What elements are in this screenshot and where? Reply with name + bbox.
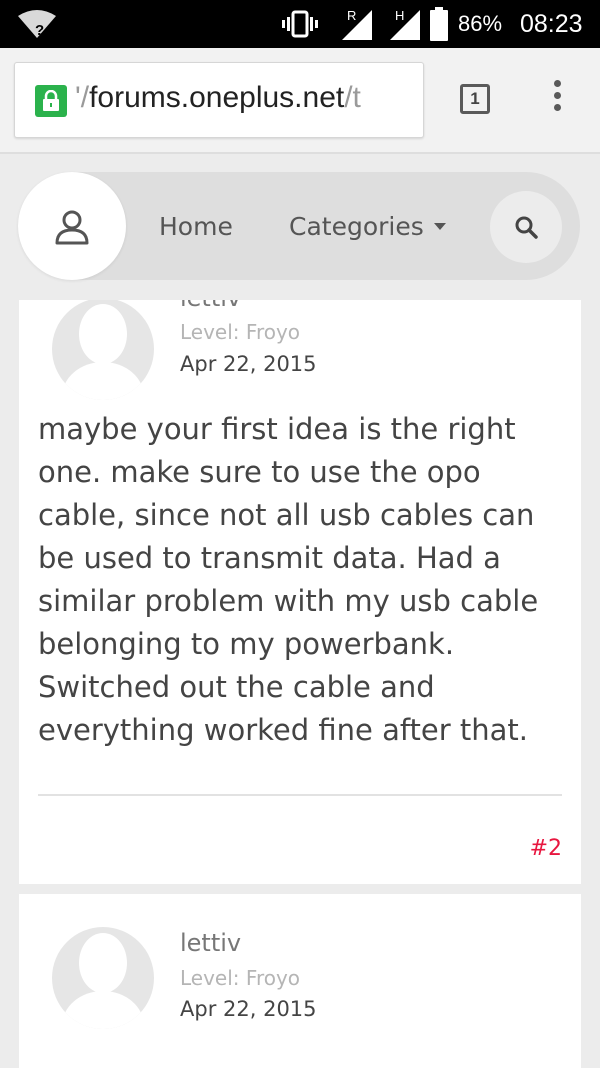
url-bar[interactable]: '/forums.oneplus.net/t (14, 62, 424, 138)
url-domain: forums.oneplus.net (89, 81, 345, 114)
svg-text:?: ? (35, 22, 44, 39)
nav-categories-dropdown[interactable]: Categories (289, 212, 446, 241)
wifi-question-icon: ? (16, 0, 58, 48)
battery-icon (430, 0, 448, 48)
overflow-menu-icon[interactable] (545, 80, 569, 120)
avatar[interactable] (52, 927, 154, 1029)
vibrate-icon (282, 0, 318, 48)
user-account-button[interactable] (18, 172, 126, 280)
forum-post: lettiv Level: Froyo Apr 22, 2015 maybe y… (19, 300, 581, 884)
post-number-link[interactable]: #2 (530, 836, 562, 861)
browser-toolbar: '/forums.oneplus.net/t 1 (0, 48, 600, 154)
caret-down-icon (433, 223, 446, 230)
lock-icon (35, 85, 67, 117)
nav-home-link[interactable]: Home (159, 212, 233, 241)
clock: 08:23 (520, 9, 583, 38)
url-prefix: '/ (75, 81, 90, 114)
battery-percent: 86% (458, 11, 503, 36)
post-body: maybe your first idea is the right one. … (38, 412, 539, 747)
user-icon (55, 210, 89, 245)
post-date: Apr 22, 2015 (180, 352, 317, 376)
divider (38, 794, 562, 796)
search-button[interactable] (490, 191, 562, 263)
url-text: '/forums.oneplus.net/t (75, 81, 361, 115)
signal-icon-roaming: R (340, 0, 374, 48)
post-username[interactable]: lettiv (180, 929, 241, 957)
signal-label-r: R (347, 8, 356, 23)
post-username[interactable]: lettiv (180, 300, 241, 312)
nav-categories-label: Categories (289, 212, 424, 241)
post-date: Apr 22, 2015 (180, 997, 317, 1021)
signal-icon-hspa: H (388, 0, 422, 48)
forum-post: lettiv Level: Froyo Apr 22, 2015 (19, 894, 581, 1068)
post-level: Level: Froyo (180, 320, 301, 344)
post-level: Level: Froyo (180, 966, 301, 990)
search-icon (515, 216, 538, 239)
url-suffix: /t (344, 81, 361, 114)
avatar[interactable] (52, 300, 154, 400)
status-bar: ? R H 86% 08:23 (0, 0, 600, 48)
tab-switcher-button[interactable]: 1 (460, 84, 490, 114)
signal-label-h: H (395, 8, 404, 23)
site-nav: Home Categories (18, 172, 580, 280)
